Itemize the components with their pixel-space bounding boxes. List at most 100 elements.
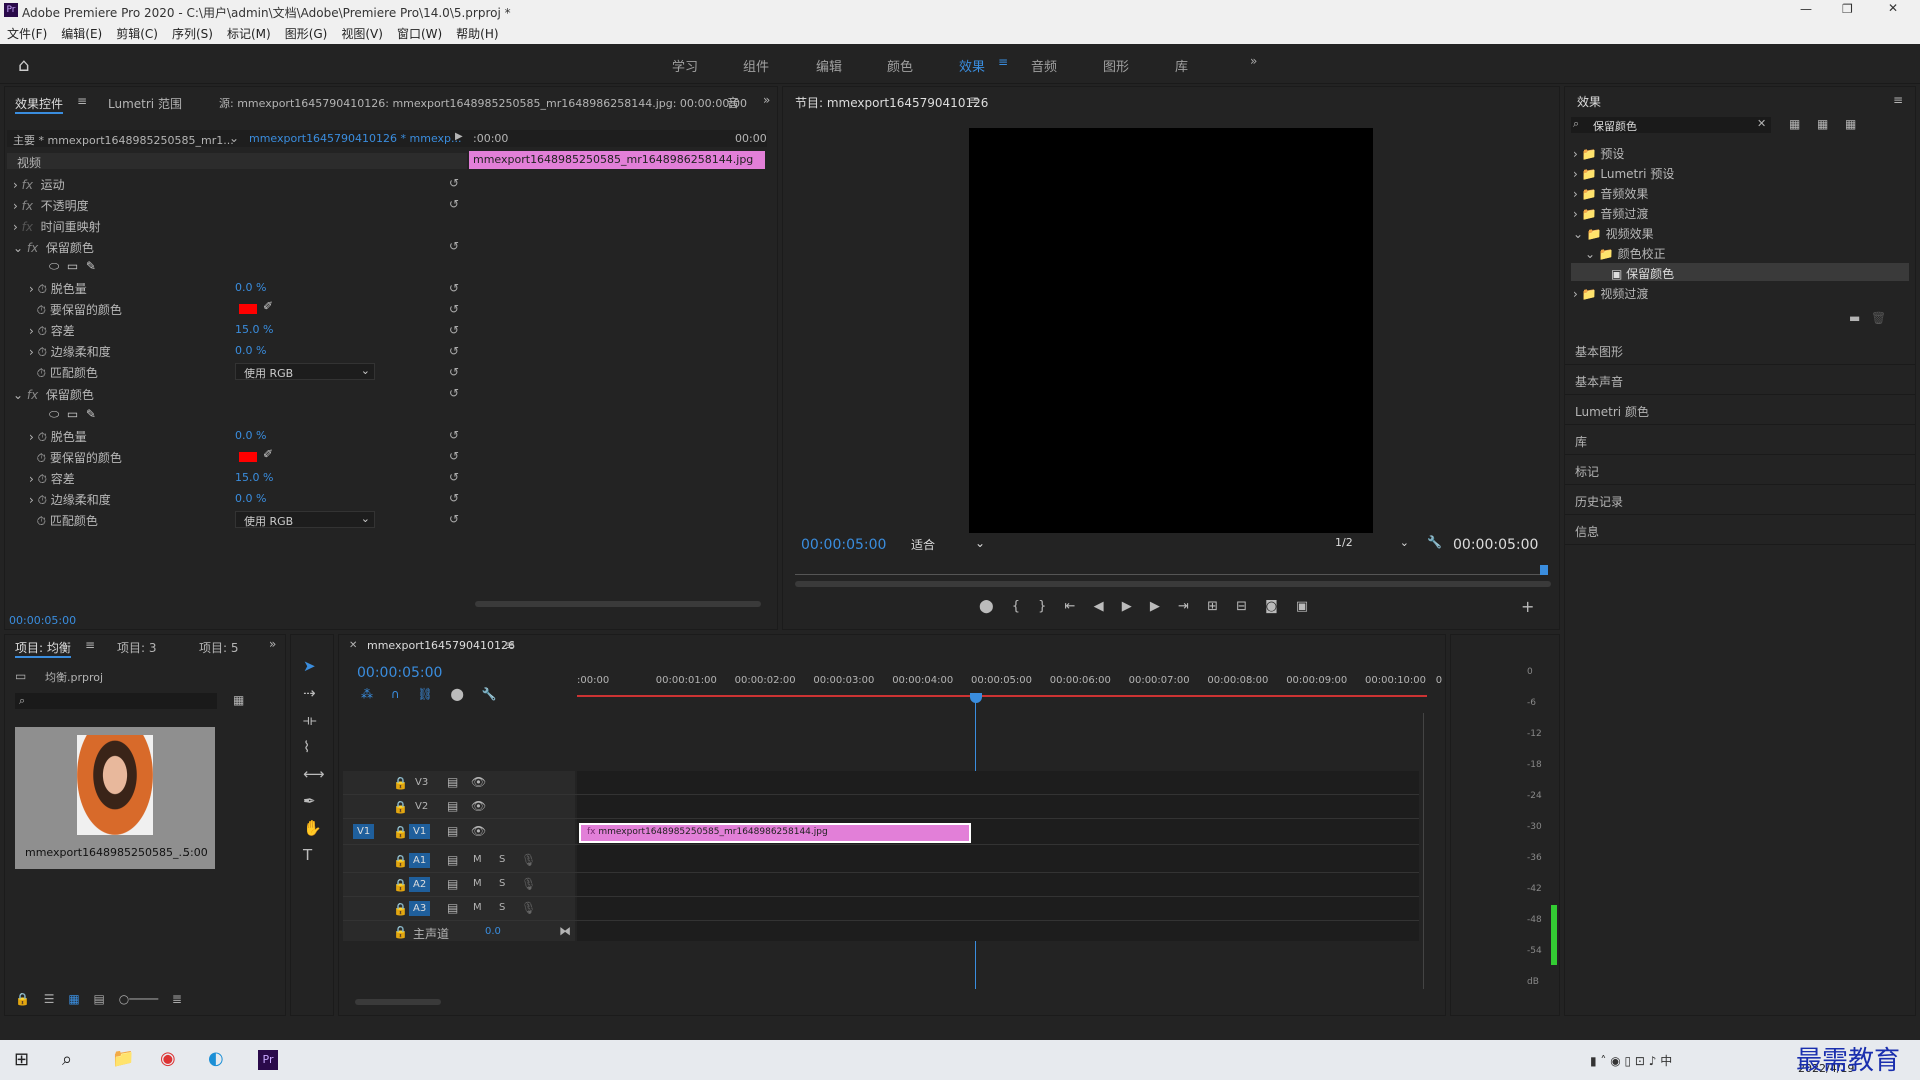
tree-presets[interactable]: › 📁 预设: [1573, 145, 1624, 162]
rect-mask-icon[interactable]: ▭: [67, 407, 78, 421]
meter-scroll[interactable]: [1551, 905, 1557, 965]
menu-help[interactable]: 帮助(H): [449, 22, 505, 45]
reset-icon[interactable]: ↺: [449, 467, 459, 488]
tab-lumetri-scopes[interactable]: Lumetri 范围: [108, 95, 182, 112]
tolerance-value[interactable]: 15.0 %: [235, 323, 273, 336]
panel-info[interactable]: 信息: [1565, 515, 1915, 545]
file-explorer-icon[interactable]: 📁: [112, 1048, 134, 1069]
new-bin-icon[interactable]: ▬: [1849, 311, 1860, 325]
nest-icon[interactable]: ⁂: [361, 687, 373, 701]
add-button-icon[interactable]: +: [1521, 597, 1534, 616]
ws-audio[interactable]: 音频: [1031, 56, 1057, 75]
slip-icon[interactable]: ⟷: [303, 761, 325, 788]
panel-essential-graphics[interactable]: 基本图形: [1565, 335, 1915, 365]
tab-project-5[interactable]: 项目: 5: [199, 639, 239, 656]
effects-search-field[interactable]: ⌕ 保留颜色 ✕: [1571, 117, 1771, 133]
tab-project-3[interactable]: 项目: 3: [117, 639, 157, 656]
tree-audio-effects[interactable]: › 📁 音频效果: [1573, 185, 1648, 202]
step-back-icon[interactable]: ◀: [1094, 599, 1104, 614]
sync-lock-icon[interactable]: ▤: [447, 853, 458, 867]
track-select-icon[interactable]: ⇢: [303, 680, 325, 707]
tab-source[interactable]: 源: mmexport1645790410126: mmexport164898…: [219, 95, 747, 111]
ec-more-icon[interactable]: »: [763, 93, 770, 107]
timeline-menu-icon[interactable]: ≡: [505, 638, 515, 652]
effects-menu-icon[interactable]: ≡: [1893, 93, 1903, 107]
project-search-input[interactable]: ⌕: [15, 693, 217, 709]
zoom-fit-select[interactable]: 适合 ⌄: [911, 536, 989, 554]
freeform-view-icon[interactable]: ▤: [94, 992, 105, 1006]
ws-color[interactable]: 颜色: [887, 56, 913, 75]
mark-out-icon[interactable]: }: [1038, 599, 1046, 614]
menu-edit[interactable]: 编辑(E): [54, 22, 109, 45]
eyedropper-icon[interactable]: ✐: [263, 299, 273, 313]
source-patch-v1[interactable]: V1: [353, 824, 375, 839]
sort-icon[interactable]: ≣: [172, 992, 182, 1006]
menu-view[interactable]: 视图(V): [334, 22, 390, 45]
master-volume-value[interactable]: 0.0: [485, 926, 501, 937]
windows-start-icon[interactable]: ⊞: [14, 1049, 29, 1070]
accelerated-effects-icon[interactable]: ▦: [1789, 117, 1800, 131]
new-search-bin-icon[interactable]: ▦: [233, 693, 244, 707]
step-forward-icon[interactable]: ▶: [1150, 599, 1160, 614]
premiere-taskbar-icon[interactable]: Pr: [258, 1050, 278, 1070]
ws-graphics[interactable]: 图形: [1103, 56, 1129, 75]
edge-icon[interactable]: ◐: [208, 1048, 224, 1069]
menu-marker[interactable]: 标记(M): [220, 22, 278, 45]
timeline-zoom-scrollbar[interactable]: [355, 999, 441, 1005]
tab-effect-controls[interactable]: 效果控件: [15, 95, 64, 114]
ws-more-icon[interactable]: »: [1250, 54, 1257, 68]
go-to-end-icon[interactable]: ⧓: [559, 924, 571, 938]
go-to-out-icon[interactable]: ⇥: [1178, 599, 1189, 614]
reset-icon[interactable]: ↺: [449, 236, 459, 257]
minimize-button[interactable]: —: [1800, 2, 1812, 16]
program-menu-icon[interactable]: ≡: [969, 93, 979, 107]
tolerance-value-2[interactable]: 15.0 %: [235, 471, 273, 484]
sync-lock-icon[interactable]: ▤: [447, 901, 458, 915]
list-view-icon[interactable]: ☰: [44, 992, 55, 1006]
effects-title[interactable]: 效果: [1577, 93, 1601, 110]
panel-lumetri-color[interactable]: Lumetri 颜色: [1565, 395, 1915, 425]
track-a2-label[interactable]: A2: [409, 877, 431, 892]
tree-color-correction[interactable]: ⌄ 📁 颜色校正: [1585, 245, 1666, 262]
timeline-timecode[interactable]: 00:00:05:00: [357, 665, 442, 681]
menu-clip[interactable]: 剪辑(C): [109, 22, 165, 45]
rect-mask-icon[interactable]: ▭: [67, 259, 78, 273]
reset-icon[interactable]: ↺: [449, 488, 459, 509]
mute-button[interactable]: M: [473, 878, 482, 889]
reset-icon[interactable]: ↺: [449, 320, 459, 341]
fx-motion[interactable]: › fx 运动: [13, 176, 65, 193]
ec-clip-bar[interactable]: mmexport1648985250585_mr1648986258144.jp…: [469, 151, 765, 169]
solo-button[interactable]: S: [499, 902, 505, 913]
menu-sequence[interactable]: 序列(S): [165, 22, 220, 45]
program-timecode[interactable]: 00:00:05:00: [801, 537, 886, 553]
reset-icon[interactable]: ↺: [449, 383, 459, 404]
pen-mask-icon[interactable]: ✎: [86, 407, 96, 421]
reset-icon[interactable]: ↺: [449, 299, 459, 320]
lock-icon[interactable]: 🔒: [393, 825, 408, 839]
lock-icon[interactable]: 🔒: [393, 925, 408, 939]
app-icon[interactable]: ◉: [160, 1048, 176, 1069]
ws-editing[interactable]: 编辑: [816, 56, 842, 75]
ellipse-mask-icon[interactable]: ⬭: [49, 407, 59, 421]
tree-video-effects[interactable]: ⌄ 📁 视频效果: [1573, 225, 1654, 242]
program-video-frame[interactable]: [969, 128, 1373, 533]
ws-effects[interactable]: 效果: [959, 56, 985, 75]
eye-icon[interactable]: 👁: [471, 799, 486, 813]
color-swatch-red[interactable]: [239, 304, 257, 314]
timeline-settings-icon[interactable]: 🔧: [482, 687, 497, 701]
ec-menu-icon[interactable]: ≡: [77, 94, 87, 108]
program-scrub-ruler[interactable]: [795, 563, 1547, 575]
timeline-clip[interactable]: fx mmexport1648985250585_mr1648986258144…: [579, 823, 971, 843]
amount-value-2[interactable]: 0.0 %: [235, 429, 266, 442]
match-colors-select[interactable]: 使用 RGB ⌄: [235, 363, 375, 380]
lock-icon[interactable]: 🔒: [393, 800, 408, 814]
ellipse-mask-icon[interactable]: ⬭: [49, 259, 59, 273]
panel-libraries[interactable]: 库: [1565, 425, 1915, 455]
ws-assembly[interactable]: 组件: [743, 56, 769, 75]
track-v1-label[interactable]: V1: [409, 824, 431, 839]
track-v3-label[interactable]: V3: [415, 777, 428, 788]
mute-button[interactable]: M: [473, 902, 482, 913]
add-marker-icon[interactable]: ⬤: [979, 599, 994, 614]
zoom-slider[interactable]: ○────: [119, 992, 158, 1006]
tree-audio-transitions[interactable]: › 📁 音频过渡: [1573, 205, 1648, 222]
